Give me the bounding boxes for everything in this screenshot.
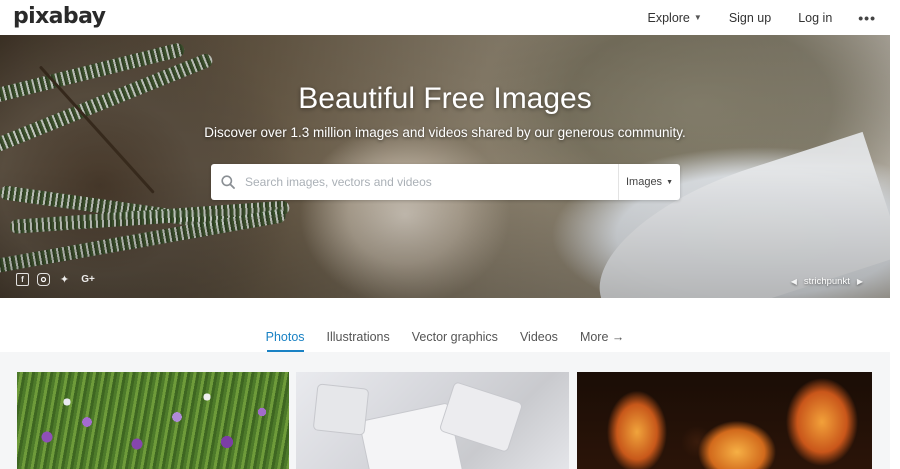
caret-down-icon: ▼ — [666, 178, 673, 186]
credit-author[interactable]: strichpunkt — [804, 276, 850, 287]
instagram-icon[interactable] — [37, 273, 50, 286]
facebook-icon[interactable]: f — [16, 273, 29, 286]
signup-link[interactable]: Sign up — [729, 11, 771, 25]
image-thumbnail-flowers[interactable] — [577, 372, 872, 469]
photo-credit[interactable]: ◀ strichpunkt ▶ — [784, 276, 870, 287]
explore-label: Explore — [647, 10, 690, 25]
chevron-left-icon[interactable]: ◀ — [791, 277, 797, 286]
chevron-right-icon[interactable]: ▶ — [857, 277, 863, 286]
hero-subtitle: Discover over 1.3 million images and vid… — [204, 125, 686, 140]
image-thumbnail-puzzle[interactable] — [296, 372, 569, 469]
puzzle-piece-shape — [313, 384, 369, 435]
search-input[interactable] — [245, 164, 618, 200]
tab-illustrations[interactable]: Illustrations — [316, 318, 401, 354]
hero-banner: Beautiful Free Images Discover over 1.3 … — [0, 35, 890, 298]
explore-dropdown[interactable]: Explore ▼ — [648, 11, 702, 25]
media-type-tabs: Photos Illustrations Vector graphics Vid… — [0, 318, 890, 354]
login-link[interactable]: Log in — [798, 11, 832, 25]
search-icon[interactable] — [211, 164, 245, 200]
more-menu-icon[interactable]: ••• — [858, 10, 876, 26]
google-plus-icon[interactable]: G+ — [79, 273, 97, 286]
twitter-icon[interactable]: ✦ — [58, 273, 71, 286]
tab-videos[interactable]: Videos — [509, 318, 569, 354]
image-thumbnail-crocuses[interactable] — [17, 372, 289, 469]
search-type-label: Images — [625, 176, 663, 188]
hero-title: Beautiful Free Images — [298, 82, 592, 115]
caret-down-icon: ▼ — [693, 13, 702, 22]
tab-vector-graphics[interactable]: Vector graphics — [401, 318, 509, 354]
social-links: f ✦ G+ — [16, 273, 105, 286]
tab-more[interactable]: More → — [569, 318, 635, 354]
tab-photos[interactable]: Photos — [255, 318, 316, 354]
pixabay-logo[interactable]: pixabay — [13, 4, 106, 29]
search-type-select[interactable]: Images ▼ — [618, 164, 680, 200]
top-navbar: pixabay Explore ▼ Sign up Log in ••• — [0, 0, 890, 35]
search-bar: Images ▼ — [211, 164, 680, 200]
main-nav: Explore ▼ Sign up Log in ••• — [621, 0, 877, 35]
